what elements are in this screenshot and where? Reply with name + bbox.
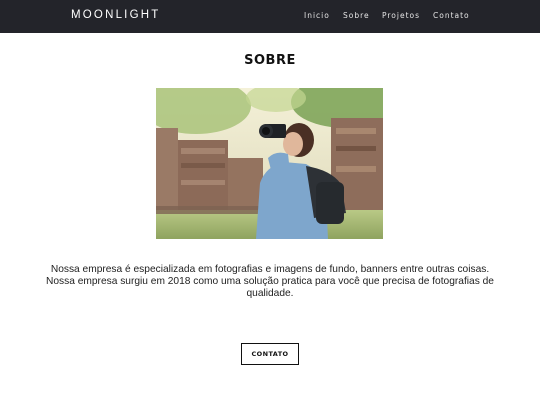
top-navbar: MOONLIGHT Inicio Sobre Projetos Contato bbox=[0, 0, 540, 33]
about-paragraph: Nossa empresa é especializada em fotogra… bbox=[30, 264, 510, 300]
nav-link-sobre[interactable]: Sobre bbox=[343, 11, 382, 20]
nav-link-contato[interactable]: Contato bbox=[433, 11, 470, 20]
main-nav: Inicio Sobre Projetos Contato bbox=[304, 11, 470, 20]
paragraph-line-1: Nossa empresa é especializada em fotogra… bbox=[50, 264, 490, 275]
contact-button[interactable]: CONTATO bbox=[241, 343, 299, 365]
about-photo bbox=[156, 88, 383, 239]
brand-logo-text[interactable]: MOONLIGHT bbox=[71, 9, 160, 21]
section-title: SOBRE bbox=[244, 53, 296, 68]
photographer-image bbox=[156, 88, 383, 239]
nav-link-projetos[interactable]: Projetos bbox=[382, 11, 433, 20]
paragraph-line-2: Nossa empresa surgiu em 2018 como uma so… bbox=[46, 276, 494, 299]
nav-link-inicio[interactable]: Inicio bbox=[304, 11, 343, 20]
